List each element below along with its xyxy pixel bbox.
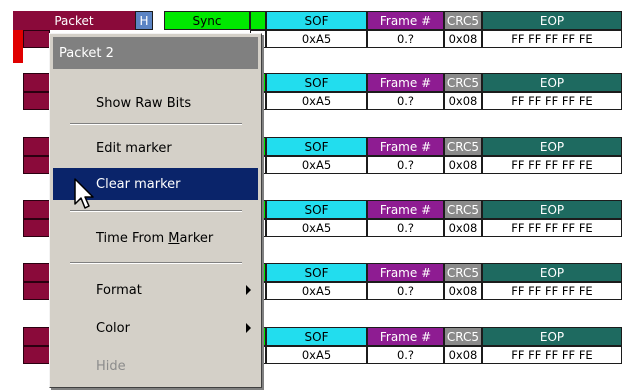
frame-header: Frame # (367, 327, 444, 346)
frame-value: 0.? (367, 346, 444, 364)
eop-header: EOP (482, 73, 622, 92)
frame-header: Frame # (367, 263, 444, 282)
menu-item-format[interactable]: Format (53, 274, 258, 306)
crc5-header: CRC5 (444, 73, 482, 92)
eop-value: FF FF FF FF FE (482, 92, 622, 110)
crc5-value: 0x08 (444, 30, 482, 48)
menu-item-hide: Hide (53, 350, 258, 382)
frame-header: Frame # (367, 73, 444, 92)
packet-cell[interactable] (23, 346, 50, 364)
crc5-header: CRC5 (444, 137, 482, 156)
eop-value: FF FF FF FF FE (482, 346, 622, 364)
mouse-pointer-icon (74, 178, 94, 209)
packet-cell[interactable] (23, 156, 50, 174)
frame-value: 0.? (367, 156, 444, 174)
sof-header: SOF (266, 73, 367, 92)
menu-item-time-from-marker[interactable]: Time From Marker (53, 222, 258, 254)
sof-header: SOF (266, 200, 367, 219)
packet-header[interactable]: Packet (13, 11, 135, 30)
sof-value: 0xA5 (266, 346, 367, 364)
sof-value: 0xA5 (266, 156, 367, 174)
submenu-arrow-icon (246, 323, 251, 333)
sof-header: SOF (266, 327, 367, 346)
frame-value: 0.? (367, 282, 444, 300)
sof-header: SOF (266, 263, 367, 282)
frame-header: Frame # (367, 11, 444, 30)
packet-cell[interactable] (23, 30, 50, 48)
eop-value: FF FF FF FF FE (482, 282, 622, 300)
packet-cell[interactable] (23, 282, 50, 300)
sof-value: 0xA5 (266, 92, 367, 110)
eop-value: FF FF FF FF FE (482, 219, 622, 237)
sof-header: SOF (266, 137, 367, 156)
eop-value: FF FF FF FF FE (482, 30, 622, 48)
crc5-value: 0x08 (444, 219, 482, 237)
menu-title: Packet 2 (53, 37, 258, 69)
frame-header: Frame # (367, 200, 444, 219)
menu-item-label: Color (96, 320, 130, 336)
frame-value: 0.? (367, 30, 444, 48)
menu-separator (70, 262, 242, 264)
crc5-value: 0x08 (444, 92, 482, 110)
crc5-header: CRC5 (444, 263, 482, 282)
menu-item-label: Time From Marker (96, 230, 214, 246)
eop-header: EOP (482, 327, 622, 346)
frame-header: Frame # (367, 137, 444, 156)
packet-cell[interactable] (23, 92, 50, 110)
sof-value: 0xA5 (266, 219, 367, 237)
sync-cell (250, 11, 266, 30)
crc5-value: 0x08 (444, 156, 482, 174)
menu-item-show-raw-bits[interactable]: Show Raw Bits (53, 87, 258, 119)
crc5-header: CRC5 (444, 11, 482, 30)
menu-separator (70, 123, 242, 125)
frame-value: 0.? (367, 92, 444, 110)
crc5-header: CRC5 (444, 327, 482, 346)
menu-item-label: Clear marker (96, 176, 181, 192)
crc5-header: CRC5 (444, 200, 482, 219)
crc5-value: 0x08 (444, 346, 482, 364)
packet-cell[interactable] (23, 73, 50, 92)
packet-cell[interactable] (23, 200, 50, 219)
packet-cell[interactable] (23, 219, 50, 237)
frame-value: 0.? (367, 219, 444, 237)
eop-header: EOP (482, 11, 622, 30)
crc5-value: 0x08 (444, 282, 482, 300)
submenu-arrow-icon (246, 285, 251, 295)
h-header[interactable]: H (135, 11, 153, 30)
menu-item-label: Show Raw Bits (96, 95, 192, 111)
sof-value: 0xA5 (266, 282, 367, 300)
packet-cell[interactable] (23, 137, 50, 156)
packet-cell[interactable] (23, 327, 50, 346)
menu-item-label: Format (96, 282, 142, 298)
eop-header: EOP (482, 263, 622, 282)
menu-item-edit-marker[interactable]: Edit marker (53, 132, 258, 164)
packet-cell[interactable] (23, 263, 50, 282)
menu-item-color[interactable]: Color (53, 312, 258, 344)
sof-header: SOF (266, 11, 367, 30)
menu-item-label: Hide (96, 358, 126, 374)
sof-value: 0xA5 (266, 30, 367, 48)
sync-header: Sync (164, 11, 250, 30)
eop-value: FF FF FF FF FE (482, 156, 622, 174)
eop-header: EOP (482, 200, 622, 219)
menu-item-label: Edit marker (96, 140, 172, 156)
eop-header: EOP (482, 137, 622, 156)
